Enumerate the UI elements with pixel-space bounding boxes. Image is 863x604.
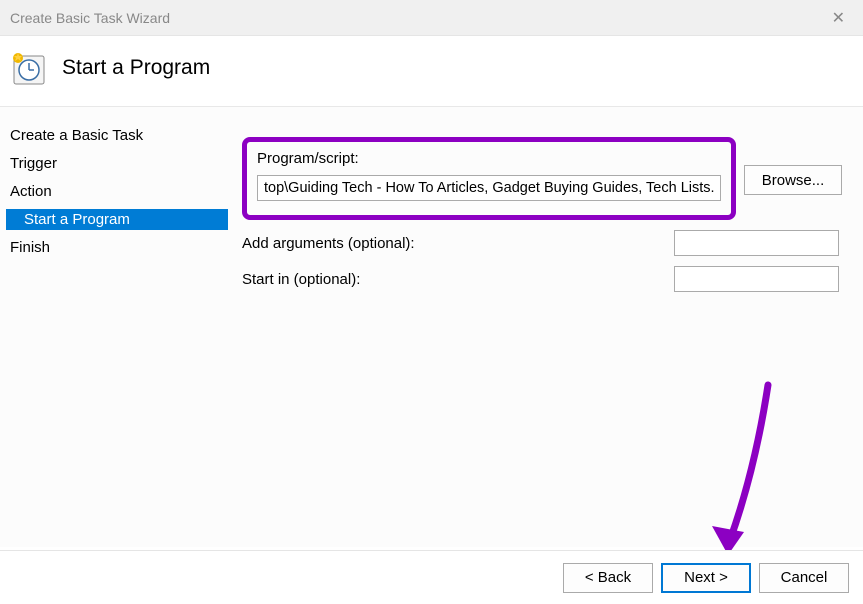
page-title: Start a Program — [62, 56, 210, 80]
sidebar-step-action[interactable]: Action — [6, 181, 228, 202]
next-button[interactable]: Next > — [661, 563, 751, 593]
close-icon[interactable]: ✕ — [824, 8, 853, 28]
sidebar-step-create-basic-task[interactable]: Create a Basic Task — [6, 125, 228, 146]
browse-button[interactable]: Browse... — [744, 165, 842, 195]
cancel-button[interactable]: Cancel — [759, 563, 849, 593]
titlebar: Create Basic Task Wizard ✕ — [0, 0, 863, 36]
sidebar-step-start-a-program[interactable]: Start a Program — [6, 209, 228, 230]
wizard-sidebar: Create a Basic Task Trigger Action Start… — [0, 107, 228, 547]
arguments-input[interactable] — [674, 230, 839, 256]
start-in-label: Start in (optional): — [242, 271, 662, 288]
back-button[interactable]: < Back — [563, 563, 653, 593]
start-in-row: Start in (optional): — [242, 266, 843, 292]
program-script-input[interactable] — [257, 175, 721, 201]
program-script-label: Program/script: — [257, 150, 721, 167]
clock-gear-icon — [10, 50, 46, 86]
arguments-row: Add arguments (optional): — [242, 230, 843, 256]
arguments-label: Add arguments (optional): — [242, 235, 662, 252]
sidebar-step-trigger[interactable]: Trigger — [6, 153, 228, 174]
window-title: Create Basic Task Wizard — [10, 10, 170, 26]
annotation-highlight: Program/script: — [242, 137, 736, 220]
start-in-input[interactable] — [674, 266, 839, 292]
wizard-footer: < Back Next > Cancel — [0, 550, 863, 604]
wizard-header: Start a Program — [0, 36, 863, 107]
main-panel: Program/script: Browse... Add arguments … — [228, 107, 863, 547]
sidebar-step-finish[interactable]: Finish — [6, 237, 228, 258]
content-area: Create a Basic Task Trigger Action Start… — [0, 107, 863, 547]
